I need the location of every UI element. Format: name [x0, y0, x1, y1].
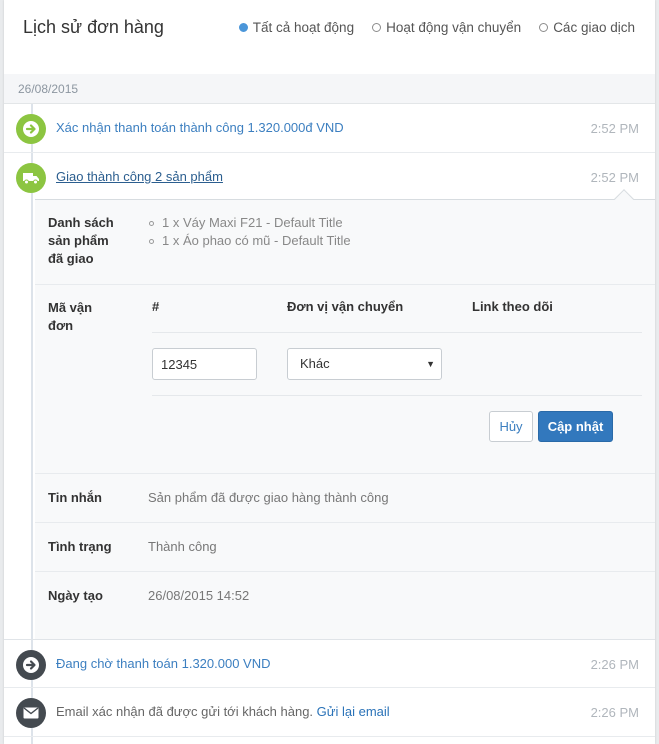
radio-icon[interactable] [372, 23, 382, 32]
event-text: Đang chờ thanh toán 1.320.000 VND [56, 656, 271, 671]
activity-filter: Tất cả hoạt động Hoạt động vận chuyển Cá… [238, 20, 635, 35]
divider [35, 473, 655, 474]
cancel-button[interactable]: Hủy [489, 411, 533, 442]
divider [35, 284, 655, 285]
created-value: 26/08/2015 14:52 [148, 588, 250, 603]
list-item: 1 x Váy Maxi F21 - Default Title [149, 214, 351, 232]
filter-label: Tất cả hoạt động [252, 20, 355, 35]
truck-icon [16, 163, 46, 193]
shipment-details: Danh sách sản phẩm đã giao 1 x Váy Maxi … [35, 189, 655, 639]
divider [35, 522, 655, 523]
event-time: 2:26 PM [590, 705, 639, 720]
event-time: 2:52 PM [590, 170, 639, 185]
date-group-header: 26/08/2015 [4, 74, 655, 104]
event-text: Email xác nhận đã được gửi tới khách hàn… [56, 704, 390, 719]
column-header-carrier: Đơn vị vận chuyển [287, 299, 404, 314]
column-header-tracking-link: Link theo dõi [472, 299, 553, 314]
caret-down-icon: ▼ [426, 359, 435, 369]
product-list: 1 x Váy Maxi F21 - Default Title 1 x Áo … [149, 214, 351, 250]
radio-icon[interactable] [539, 23, 549, 32]
event-text: Xác nhận thanh toán thành công 1.320.000… [56, 120, 344, 135]
filter-all-activities[interactable]: Tất cả hoạt động [238, 20, 355, 35]
filter-transactions[interactable]: Các giao dịch [539, 20, 635, 35]
tracking-label: Mã vận đơn [48, 300, 93, 333]
column-header-number: # [152, 299, 160, 314]
arrow-right-icon [16, 114, 46, 144]
page-title: Lịch sử đơn hàng [23, 17, 164, 37]
message-label: Tin nhắn [48, 490, 102, 505]
resend-email-link[interactable]: Gửi lại email [317, 704, 390, 719]
filter-label: Các giao dịch [553, 20, 635, 35]
carrier-select[interactable]: Khác ▼ [287, 348, 442, 380]
timeline-event: Xác nhận thanh toán thành công 1.320.000… [4, 104, 655, 153]
filter-label: Hoạt động vận chuyển [386, 20, 522, 35]
divider [152, 332, 642, 333]
message-value: Sản phẩm đã được giao hàng thành công [148, 490, 389, 505]
status-label: Tình trạng [48, 539, 112, 554]
divider [152, 395, 642, 396]
created-label: Ngày tạo [48, 588, 103, 603]
tracking-number-input[interactable] [152, 348, 257, 380]
envelope-icon [16, 698, 46, 728]
status-value: Thành công [148, 539, 217, 554]
filter-shipping-activities[interactable]: Hoạt động vận chuyển [372, 20, 521, 35]
list-item: 1 x Áo phao có mũ - Default Title [149, 232, 351, 250]
radio-checked-icon[interactable] [238, 23, 248, 32]
event-toggle-link[interactable]: Giao thành công 2 sản phẩm [56, 169, 223, 184]
divider [35, 571, 655, 572]
timeline-event-expanded: Giao thành công 2 sản phẩm 2:52 PM [4, 153, 655, 202]
timeline-event: Email xác nhận đã được gửi tới khách hàn… [4, 688, 655, 737]
event-time: 2:26 PM [590, 657, 639, 672]
event-time: 2:52 PM [590, 121, 639, 136]
update-button[interactable]: Cập nhật [538, 411, 613, 442]
order-history-panel: Lịch sử đơn hàng Tất cả hoạt động Hoạt đ… [4, 0, 655, 744]
timeline-event: Đang chờ thanh toán 1.320.000 VND 2:26 P… [4, 639, 655, 688]
arrow-right-icon [16, 650, 46, 680]
carrier-selected-value: Khác [300, 356, 330, 371]
header: Lịch sử đơn hàng Tất cả hoạt động Hoạt đ… [4, 0, 655, 72]
products-label: Danh sách sản phẩm đã giao [48, 215, 114, 266]
